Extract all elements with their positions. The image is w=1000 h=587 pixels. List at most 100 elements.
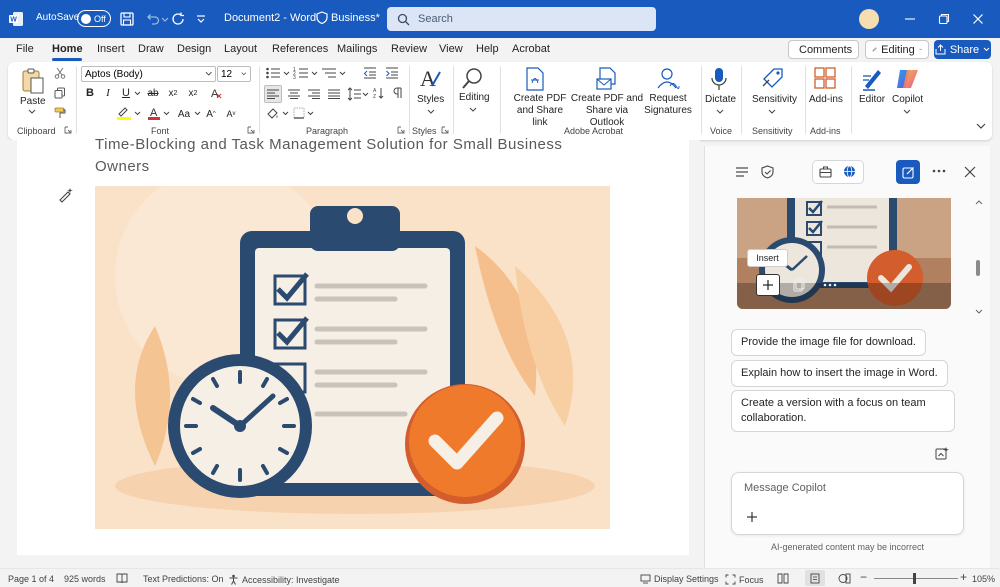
chevron-down-icon[interactable] — [427, 109, 435, 115]
align-right-icon[interactable] — [308, 89, 320, 99]
sensitivity-badge[interactable]: Business* — [316, 11, 380, 24]
request-signatures-button[interactable]: Request Signatures — [641, 93, 695, 117]
tab-insert[interactable]: Insert — [97, 43, 125, 55]
chevron-down-icon[interactable] — [362, 92, 369, 97]
chevron-down-icon[interactable] — [282, 111, 289, 116]
zoom-level[interactable]: 105% — [972, 574, 995, 584]
menu-icon[interactable] — [735, 166, 749, 178]
numbering-icon[interactable]: 123 — [293, 66, 309, 80]
chevron-down-icon[interactable] — [134, 111, 141, 116]
tab-help[interactable]: Help — [476, 43, 499, 55]
tab-design[interactable]: Design — [177, 43, 211, 55]
shading-icon[interactable] — [266, 107, 280, 119]
chevron-down-icon[interactable] — [768, 109, 776, 115]
thumbnail-more-icon[interactable] — [823, 283, 837, 287]
add-ins-button[interactable]: Add-ins — [809, 94, 843, 106]
pdf-outlook-icon[interactable] — [595, 66, 619, 92]
styles-button[interactable]: Styles — [417, 94, 444, 106]
text-predictions-status[interactable]: Text Predictions: On — [143, 574, 224, 584]
align-left-button[interactable] — [264, 85, 282, 103]
chevron-down-icon[interactable] — [311, 71, 318, 76]
chevron-down-icon[interactable] — [339, 71, 346, 76]
minimize-button[interactable] — [900, 9, 920, 29]
tab-layout[interactable]: Layout — [224, 43, 257, 55]
clear-formatting-icon[interactable]: A — [209, 86, 223, 100]
chevron-down-icon[interactable] — [194, 111, 201, 116]
request-signatures-icon[interactable] — [656, 66, 680, 92]
editor-button[interactable]: Editor — [859, 94, 885, 106]
sort-icon[interactable]: AZ — [373, 87, 385, 99]
word-count[interactable]: 925 words — [64, 574, 106, 584]
display-settings-button[interactable]: Display Settings — [640, 574, 719, 584]
suggestion-chip[interactable]: Provide the image file for download. — [731, 329, 926, 356]
pane-scrollbar-thumb[interactable] — [976, 260, 980, 276]
dialog-launcher-icon[interactable] — [441, 126, 449, 134]
font-size-input[interactable] — [221, 68, 242, 80]
increase-indent-icon[interactable] — [385, 66, 399, 80]
chevron-down-icon[interactable] — [469, 107, 477, 113]
dialog-launcher-icon[interactable] — [64, 126, 72, 134]
decrease-indent-icon[interactable] — [363, 66, 377, 80]
subscript-button[interactable]: x2 — [165, 85, 181, 101]
suggestion-chip[interactable]: Explain how to insert the image in Word. — [731, 360, 948, 387]
bold-button[interactable]: B — [82, 85, 98, 101]
read-mode-icon[interactable] — [777, 573, 789, 584]
format-painter-icon[interactable] — [54, 107, 66, 119]
customize-qat-icon[interactable] — [195, 10, 207, 28]
add-ins-icon[interactable] — [813, 66, 837, 90]
multilevel-list-icon[interactable] — [321, 66, 337, 80]
tab-view[interactable]: View — [439, 43, 463, 55]
bullets-icon[interactable] — [265, 66, 281, 80]
redo-icon[interactable] — [170, 10, 188, 28]
attach-plus-icon[interactable] — [746, 511, 758, 523]
restore-button[interactable] — [934, 9, 954, 29]
find-icon[interactable] — [461, 66, 485, 92]
borders-icon[interactable] — [293, 107, 305, 119]
editing-button[interactable]: Editing — [459, 92, 490, 104]
sensitivity-button[interactable]: Sensitivity — [752, 94, 797, 106]
highlight-icon[interactable] — [116, 106, 132, 120]
work-briefcase-icon[interactable] — [819, 165, 832, 178]
zoom-slider-track[interactable] — [874, 578, 958, 579]
prompt-guide-icon[interactable] — [935, 446, 950, 461]
styles-icon[interactable]: A — [418, 66, 442, 92]
undo-icon[interactable] — [143, 10, 161, 28]
grow-font-button[interactable]: A ^ — [203, 106, 219, 122]
dictate-button[interactable]: Dictate — [705, 94, 736, 106]
chevron-down-icon[interactable] — [205, 71, 212, 77]
cut-icon[interactable] — [54, 67, 66, 79]
collapse-ribbon-icon[interactable] — [976, 122, 986, 130]
avatar[interactable] — [859, 9, 879, 29]
tab-review[interactable]: Review — [391, 43, 427, 55]
chevron-down-icon[interactable] — [28, 109, 36, 115]
web-layout-icon[interactable] — [838, 573, 851, 584]
print-layout-button[interactable] — [805, 570, 825, 586]
line-spacing-icon[interactable] — [347, 87, 361, 101]
editor-icon[interactable] — [861, 66, 885, 92]
zoom-slider-thumb[interactable] — [913, 573, 916, 584]
page-count[interactable]: Page 1 of 4 — [8, 574, 54, 584]
save-icon[interactable] — [118, 10, 136, 28]
share-button[interactable]: Share — [934, 40, 991, 59]
tab-mailings[interactable]: Mailings — [337, 43, 377, 55]
font-name-input[interactable] — [85, 68, 205, 80]
tab-references[interactable]: References — [272, 43, 328, 55]
change-case-button[interactable]: Aa — [174, 106, 194, 122]
font-name-box[interactable] — [81, 66, 216, 82]
editing-mode-button[interactable]: Editing — [865, 40, 929, 59]
zoom-in-button[interactable]: + — [960, 570, 967, 584]
paste-icon[interactable] — [21, 67, 45, 95]
new-chat-button[interactable] — [896, 160, 920, 184]
sensitivity-icon[interactable] — [761, 65, 785, 91]
dialog-launcher-icon[interactable] — [397, 126, 405, 134]
copy-icon[interactable] — [793, 278, 805, 292]
chevron-down-icon[interactable] — [283, 71, 290, 76]
insert-image-button[interactable] — [756, 274, 780, 296]
zoom-out-button[interactable]: − — [860, 570, 867, 584]
chevron-down-icon[interactable] — [241, 71, 247, 77]
justify-icon[interactable] — [328, 89, 340, 99]
document-heading[interactable]: Time-Blocking and Task Management Soluti… — [95, 134, 615, 178]
font-size-box[interactable] — [217, 66, 251, 82]
proofing-book-icon[interactable] — [116, 573, 128, 584]
create-pdf-icon[interactable] — [524, 66, 546, 92]
